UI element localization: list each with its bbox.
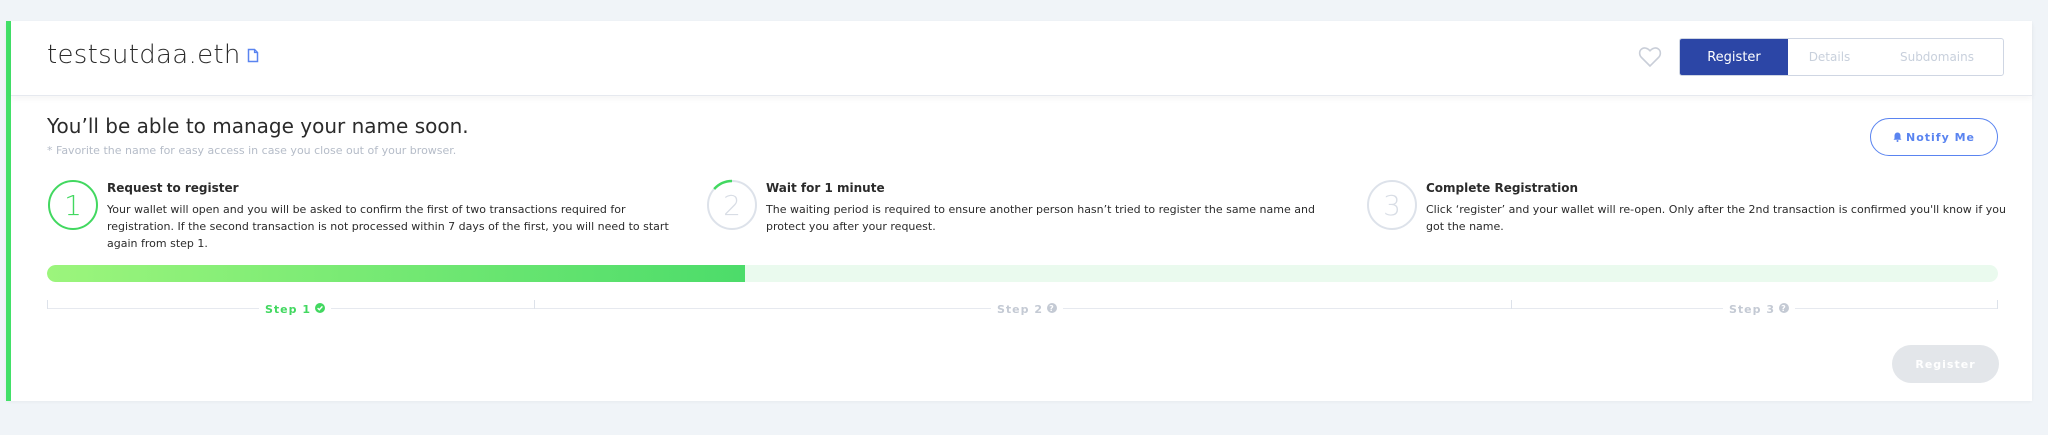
domain-name: testsutdaa.eth [47,40,241,70]
register-button[interactable]: Register [1892,345,1999,383]
step-2-text: The waiting period is required to ensure… [766,203,1315,233]
step-3-title: Complete Registration [1426,181,1579,195]
card-header: testsutdaa.eth Register Details Subdomai… [11,21,2032,96]
step-3-text: Click ‘register’ and your wallet will re… [1426,203,2006,233]
step-3-label-text: Step 3 [1729,303,1775,316]
tab-bar: Register Details Subdomains [1679,38,2004,76]
svg-text:?: ? [1049,304,1055,313]
step-1-label-text: Step 1 [265,303,311,316]
copy-icon[interactable] [247,48,259,63]
notify-me-button[interactable]: Notify Me [1870,118,1998,156]
step-3-number: 3 [1383,188,1401,222]
favorite-heart-icon[interactable] [1638,46,1662,72]
timeline-tick [1997,300,1998,309]
svg-text:?: ? [1781,304,1787,313]
bell-icon [1893,132,1902,142]
timeline-tick [47,300,48,309]
tab-subdomains[interactable]: Subdomains [1871,39,2003,75]
tab-register[interactable]: Register [1680,39,1788,75]
question-circle-icon[interactable]: ? [1047,303,1057,316]
timeline-tick [534,300,535,309]
step-1-text: Your wallet will open and you will be as… [107,203,669,250]
step-1-label: Step 1 [259,303,331,316]
progress-track [47,265,1998,282]
question-circle-icon[interactable]: ? [1779,303,1789,316]
step-1-number: 1 [64,188,82,222]
step-2-label: Step 2 ? [991,303,1063,316]
step-3-label: Step 3 ? [1723,303,1795,316]
step-2-number: 2 [723,188,741,222]
registration-card: testsutdaa.eth Register Details Subdomai… [6,21,2032,401]
domain-title: testsutdaa.eth [47,40,259,70]
tab-details[interactable]: Details [1788,39,1871,75]
favorite-note: * Favorite the name for easy access in c… [47,144,457,157]
check-circle-icon [315,303,325,316]
notify-me-label: Notify Me [1906,130,1975,144]
progress-fill [47,265,746,282]
timeline-tick [1511,300,1512,309]
step-2-title: Wait for 1 minute [766,181,885,195]
step-2-label-text: Step 2 [997,303,1043,316]
page-heading: You’ll be able to manage your name soon. [47,114,469,138]
step-1-title: Request to register [107,181,239,195]
